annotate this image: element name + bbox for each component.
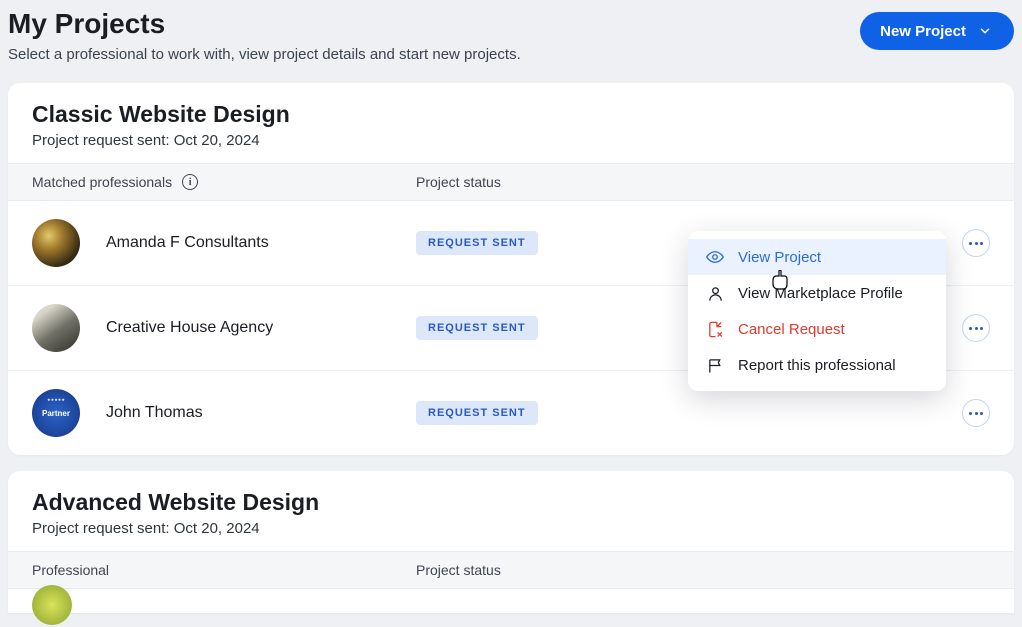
professional-name: John Thomas xyxy=(106,404,203,422)
new-project-label: New Project xyxy=(880,23,966,40)
project-card-header: Advanced Website Design Project request … xyxy=(8,471,1014,551)
avatar[interactable] xyxy=(32,219,80,267)
flag-icon xyxy=(706,356,724,374)
avatar[interactable] xyxy=(32,585,72,625)
chevron-down-icon xyxy=(976,22,994,40)
menu-cancel-request[interactable]: Cancel Request xyxy=(688,311,946,347)
menu-item-label: Cancel Request xyxy=(738,321,845,338)
more-actions-button[interactable] xyxy=(962,314,990,342)
columns-header: Matched professionals i Project status xyxy=(8,163,1014,201)
project-meta: Project request sent: Oct 20, 2024 xyxy=(32,132,990,149)
status-badge: REQUEST SENT xyxy=(416,316,538,340)
menu-view-profile[interactable]: View Marketplace Profile xyxy=(688,275,946,311)
cancel-document-icon xyxy=(706,320,724,338)
eye-icon xyxy=(706,248,724,266)
menu-view-project[interactable]: View Project xyxy=(688,239,946,275)
more-actions-button[interactable] xyxy=(962,399,990,427)
column-professionals: Professional xyxy=(32,562,416,578)
person-icon xyxy=(706,284,724,302)
page-subtitle: Select a professional to work with, view… xyxy=(8,46,521,63)
professional-name: Creative House Agency xyxy=(106,319,273,337)
project-card-header: Classic Website Design Project request s… xyxy=(8,83,1014,163)
project-title: Classic Website Design xyxy=(32,101,990,128)
project-card-advanced: Advanced Website Design Project request … xyxy=(8,471,1014,613)
status-badge: REQUEST SENT xyxy=(416,401,538,425)
row-actions-menu: View Project View Marketplace Profile Ca… xyxy=(688,231,946,391)
column-professionals-label: Professional xyxy=(32,562,109,578)
column-status-label: Project status xyxy=(416,174,990,190)
menu-item-label: View Marketplace Profile xyxy=(738,285,903,302)
ellipsis-icon xyxy=(969,412,983,415)
page-header: My Projects Select a professional to wor… xyxy=(0,0,1022,83)
ellipsis-icon xyxy=(969,242,983,245)
column-professionals: Matched professionals i xyxy=(32,174,416,190)
menu-report-professional[interactable]: Report this professional xyxy=(688,347,946,383)
status-badge: REQUEST SENT xyxy=(416,231,538,255)
ellipsis-icon xyxy=(969,327,983,330)
project-title: Advanced Website Design xyxy=(32,489,990,516)
avatar[interactable] xyxy=(32,389,80,437)
columns-header: Professional Project status xyxy=(8,551,1014,589)
page-title: My Projects xyxy=(8,8,521,40)
new-project-button[interactable]: New Project xyxy=(860,12,1014,50)
professional-name: Amanda F Consultants xyxy=(106,234,269,252)
more-actions-button[interactable] xyxy=(962,229,990,257)
column-status-label: Project status xyxy=(416,562,990,578)
column-professionals-label: Matched professionals xyxy=(32,174,172,190)
info-icon[interactable]: i xyxy=(182,174,198,190)
avatar[interactable] xyxy=(32,304,80,352)
professional-row xyxy=(8,589,1014,613)
menu-item-label: Report this professional xyxy=(738,357,896,374)
menu-item-label: View Project xyxy=(738,249,821,266)
project-meta: Project request sent: Oct 20, 2024 xyxy=(32,520,990,537)
